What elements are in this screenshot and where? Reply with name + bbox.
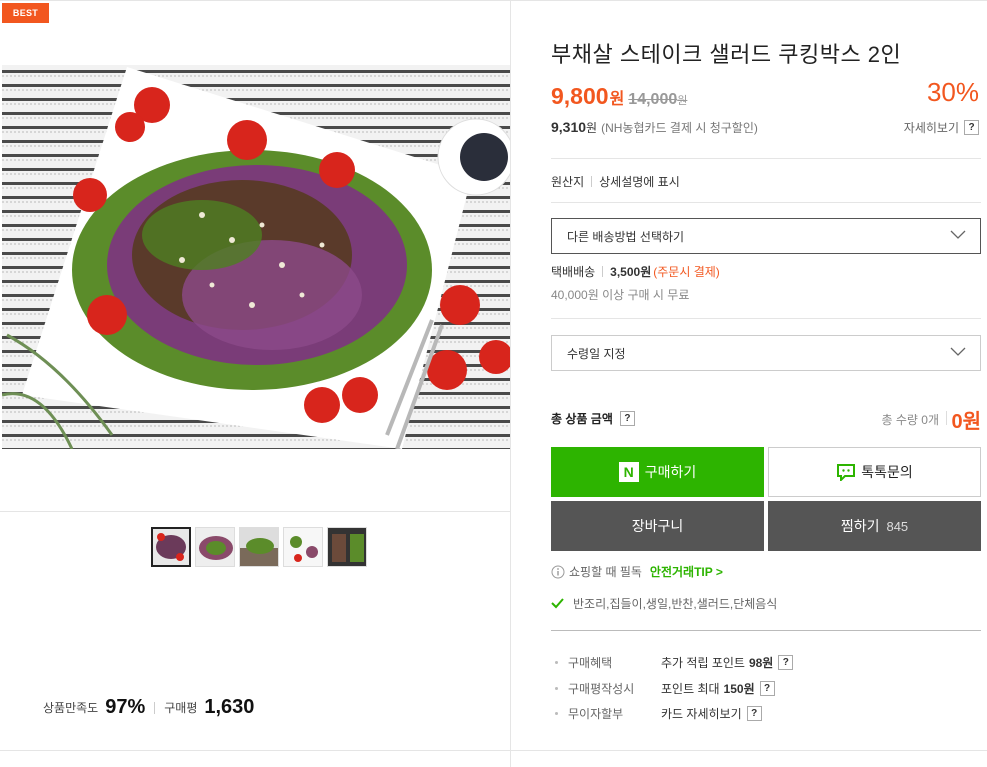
total-label-group: 총 상품 금액 ? (551, 410, 635, 427)
checkmark-icon (551, 598, 564, 609)
buy-button-label: 구매하기 (644, 464, 697, 480)
buy-button[interactable]: N 구매하기 (551, 447, 764, 497)
safe-trade-tip-link[interactable]: 안전거래TIP > (650, 563, 723, 580)
category-text: 반조리,집들이,생일,반찬,샐러드,단체음식 (573, 597, 778, 611)
shipping-method-select[interactable]: 다른 배송방법 선택하기 (551, 218, 981, 254)
thumbnail-3[interactable] (239, 527, 279, 567)
safe-trade-tip: 쇼핑할 때 필독 안전거래TIP > (551, 563, 723, 580)
shipping-separator (602, 266, 604, 277)
satisfaction-label: 상품만족도 (43, 701, 99, 715)
original-price: 14,000 (628, 91, 678, 108)
info-icon (551, 565, 565, 578)
receive-date-select-label: 수령일 지정 (567, 346, 626, 361)
chevron-down-icon (950, 347, 966, 356)
benefit-value: 포인트 최대 150원 ? (661, 680, 775, 697)
thumbnail-2[interactable] (195, 527, 235, 567)
total-row: 총 상품 금액 ? 총 수량 0개 0원 (551, 405, 981, 433)
benefit-text: 추가 적립 포인트 (661, 656, 745, 670)
product-gallery: BEST 상품만족도 97% 구매평 1,630 (0, 0, 511, 767)
benefit-amount: 150원 (723, 682, 755, 696)
card-discount-note: (NH농협카드 결제 시 청구할인) (601, 121, 758, 135)
sale-price-unit: 원 (609, 91, 625, 108)
shipping-fee-note: (주문시 결제) (653, 265, 720, 279)
divider (551, 630, 981, 631)
wish-button-label: 찜하기 (840, 518, 880, 534)
divider (551, 158, 981, 159)
wish-button[interactable]: 찜하기 845 (768, 501, 981, 551)
price-row: 9,800 원 14,000 원 (551, 83, 687, 110)
origin-row: 원산지 상세설명에 표시 (551, 173, 680, 190)
total-quantity: 총 수량 0개 (881, 413, 939, 427)
benefit-amount: 98원 (748, 656, 774, 670)
bullet-icon (555, 687, 558, 690)
thumbnail-divider (0, 511, 511, 512)
benefit-key: 구매혜택 (568, 656, 613, 670)
discount-rate: 30% (926, 77, 979, 107)
detail-link-label[interactable]: 자세히보기 (904, 119, 959, 136)
rating-separator (154, 701, 156, 714)
thumbnail-5[interactable] (327, 527, 367, 567)
bullet-icon (555, 712, 558, 715)
bottom-divider (0, 750, 987, 751)
main-product-image[interactable] (2, 65, 510, 449)
thumbnail-strip (151, 527, 367, 567)
card-price: 9,310 (551, 119, 587, 135)
shipping-method: 택배배송 (551, 265, 596, 279)
shipping-method-select-label: 다른 배송방법 선택하기 (567, 229, 685, 244)
best-badge: BEST (2, 3, 49, 23)
cart-button-label: 장바구니 (631, 518, 684, 534)
help-icon[interactable]: ? (778, 655, 794, 670)
benefit-value: 추가 적립 포인트 98원 ? (661, 654, 794, 671)
card-price-unit: 원 (586, 121, 598, 135)
benefit-text[interactable]: 카드 자세히보기 (661, 705, 742, 722)
shipping-row: 택배배송 3,500원 (주문시 결제) (551, 263, 720, 280)
naver-n-icon: N (618, 462, 639, 482)
shipping-fee: 3,500원 (610, 265, 652, 279)
review-label: 구매평 (164, 701, 198, 715)
help-icon[interactable]: ? (746, 706, 762, 721)
product-title: 부채살 스테이크 샐러드 쿠킹박스 2인 (551, 42, 902, 67)
help-icon[interactable]: ? (964, 120, 979, 135)
bullet-icon (555, 661, 558, 664)
talktalk-button-label: 톡톡문의 (861, 464, 913, 480)
thumbnail-4[interactable] (283, 527, 323, 567)
product-info: 부채살 스테이크 샐러드 쿠킹박스 2인 9,800 원 14,000 원 30… (511, 0, 987, 767)
total-label: 총 상품 금액 (551, 412, 613, 426)
chevron-down-icon (950, 230, 966, 239)
benefit-key: 무이자할부 (568, 707, 624, 721)
benefit-text: 포인트 최대 (661, 682, 720, 696)
help-icon[interactable]: ? (759, 681, 775, 696)
divider (551, 202, 981, 203)
rating-summary: 상품만족도 97% 구매평 1,630 (43, 696, 254, 719)
talktalk-inquiry-button[interactable]: 톡톡문의 (768, 447, 981, 497)
thumbnail-1[interactable] (151, 527, 191, 567)
benefit-value: 카드 자세히보기 ? (661, 705, 762, 722)
benefit-row-purchase: 구매혜택 추가 적립 포인트 98원 ? (555, 654, 794, 671)
total-separator (946, 411, 947, 425)
benefit-row-review: 구매평작성시 포인트 최대 150원 ? (555, 680, 775, 697)
benefit-key: 구매평작성시 (568, 682, 635, 696)
wish-count: 845 (886, 518, 909, 534)
chat-bubble-icon (837, 464, 856, 481)
origin-label: 원산지 (551, 175, 585, 189)
free-shipping-note: 40,000원 이상 구매 시 무료 (551, 288, 690, 302)
cart-button[interactable]: 장바구니 (551, 501, 764, 551)
divider (551, 318, 981, 319)
help-icon[interactable]: ? (619, 411, 635, 426)
card-price-row: 9,310 원 (NH농협카드 결제 시 청구할인) (551, 119, 758, 136)
sale-price: 9,800 (551, 83, 609, 109)
total-price: 0원 (951, 411, 981, 433)
benefit-row-installment: 무이자할부 카드 자세히보기 ? (555, 705, 762, 722)
origin-value: 상세설명에 표시 (599, 175, 680, 189)
receive-date-select[interactable]: 수령일 지정 (551, 335, 981, 371)
satisfaction-value: 97% (105, 696, 146, 718)
review-count[interactable]: 1,630 (204, 696, 254, 719)
tip-text: 쇼핑할 때 필독 (569, 565, 642, 579)
origin-separator (591, 176, 593, 187)
category-tags: 반조리,집들이,생일,반찬,샐러드,단체음식 (551, 595, 777, 612)
original-price-unit: 원 (677, 95, 688, 107)
detail-link[interactable]: 자세히보기 ? (904, 119, 979, 136)
